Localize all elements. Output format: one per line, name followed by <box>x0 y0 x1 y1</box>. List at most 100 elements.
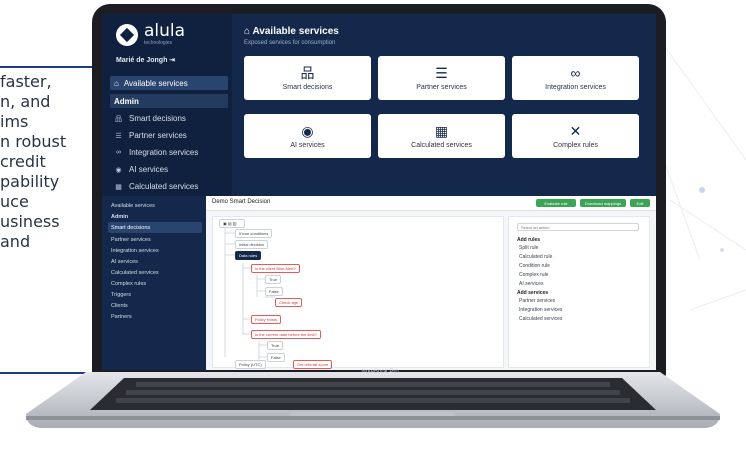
side-line: pability <box>0 172 60 191</box>
panel-item[interactable]: AI services <box>519 281 543 287</box>
sidebar-item-partner-services[interactable]: Partner services <box>108 234 202 245</box>
sidebar-item-complex-rules[interactable]: Complex rules <box>108 278 202 289</box>
card-label: Smart decisions <box>282 83 333 91</box>
nav-label: Available services <box>123 78 188 88</box>
available-services-app: alula technologies Marié de Jongh ⇥ ⌂ Av… <box>102 14 656 196</box>
laptop-base <box>26 372 720 428</box>
tree-node[interactable]: True <box>265 275 282 284</box>
tree-node[interactable]: Initial decision <box>235 240 269 249</box>
robot-icon: ◉ <box>115 166 122 174</box>
sidebar-list: 品 Smart decisions ☰ Partner services ∞ Inte… <box>114 110 198 195</box>
sidebar-item-integration-services[interactable]: ∞ Integration services <box>114 144 198 161</box>
sidebar-item-integration-services[interactable]: Integration services <box>108 245 202 256</box>
page-subtitle: Exposed services for consumption <box>244 40 336 46</box>
alula-logo[interactable]: alula technologies <box>116 23 185 46</box>
admin-header: Admin <box>110 94 228 108</box>
card-label: Partner services <box>416 83 467 91</box>
editor-main: Demo Smart Decision Evaluate rule Downlo… <box>206 196 656 370</box>
sidebar-item-calculated-services[interactable]: Calculated services <box>108 267 202 278</box>
sidebar-item-calculated-services[interactable]: ▦ Calculated services <box>114 178 198 195</box>
panel-item[interactable]: Complex rule <box>519 272 548 278</box>
card-integration-services[interactable]: ∞ Integration services <box>512 56 639 100</box>
tree-node[interactable]: Get referral score <box>293 360 333 369</box>
panel-item[interactable]: Partner services <box>519 298 555 304</box>
tree-toolbar[interactable]: ▣ ▤ ▥ <box>219 219 245 228</box>
side-line: uce <box>0 192 29 211</box>
alula-logo-icon <box>116 24 138 46</box>
sidebar-admin-header: Admin <box>111 213 129 220</box>
calculator-icon: ▦ <box>434 122 449 139</box>
edit-button[interactable]: Edit <box>630 199 650 207</box>
robot-icon: ◉ <box>301 122 314 139</box>
side-line: and <box>0 232 31 251</box>
tree-icon: 品 <box>300 64 315 81</box>
logout-icon[interactable]: ⇥ <box>169 57 175 64</box>
laptop-screen: alula technologies Marié de Jongh ⇥ ⌂ Av… <box>102 14 656 370</box>
sidebar: alula technologies Marié de Jongh ⇥ ⌂ Av… <box>102 14 232 196</box>
side-line: usiness <box>0 212 60 231</box>
calculator-icon: ▦ <box>115 183 122 191</box>
panel-item[interactable]: Calculated rule <box>519 254 552 260</box>
sidebar-item-label: AI services <box>129 165 169 174</box>
tree-node[interactable]: If true conditions <box>235 229 273 238</box>
decision-tree-canvas[interactable]: ▣ ▤ ▥ If true conditions Initial decisio… <box>212 216 504 369</box>
sidebar-item-smart-decisions[interactable]: Smart decisions <box>108 222 202 233</box>
side-line: credit <box>0 152 46 171</box>
page-title: ⌂ Available services <box>244 26 339 37</box>
tree-node[interactable]: Is the current date before the limit? <box>251 330 321 339</box>
card-label: Complex rules <box>553 141 598 149</box>
device-label: NoteBook Pro <box>361 369 399 375</box>
sidebar-item-clients[interactable]: Clients <box>108 300 202 311</box>
tree-node[interactable]: Check age <box>275 298 303 307</box>
side-line: n robust <box>0 132 67 151</box>
tree-node[interactable]: False <box>265 287 283 296</box>
tree-node[interactable]: Data rules <box>235 251 262 260</box>
card-label: AI services <box>290 141 325 149</box>
sidebar-item-ai-services[interactable]: ◉ AI services <box>114 161 198 178</box>
sidebar-item-triggers[interactable]: Triggers <box>108 289 202 300</box>
tree-node[interactable]: Is the client Blue Alert? <box>251 264 300 273</box>
sidebar-item-partners[interactable]: Partners <box>108 311 202 322</box>
card-ai-services[interactable]: ◉ AI services <box>244 114 371 158</box>
panel-item[interactable]: Calculated services <box>519 316 562 322</box>
user-name[interactable]: Marié de Jongh ⇥ <box>116 56 175 64</box>
sidebar-item-partner-services[interactable]: ☰ Partner services <box>114 127 198 144</box>
editor-header: Demo Smart Decision Evaluate rule Downlo… <box>206 196 656 211</box>
panel-item[interactable]: Condition rule <box>519 263 550 269</box>
smart-decision-editor: Available services Admin Smart decisions… <box>102 196 656 370</box>
side-line: n, and <box>0 92 51 111</box>
sidebar-item-label: Integration services <box>129 148 199 157</box>
panel-group-header: Add rules <box>517 237 541 243</box>
evaluate-rule-button[interactable]: Evaluate rule <box>536 199 576 207</box>
card-smart-decisions[interactable]: 品 Smart decisions <box>244 56 371 100</box>
sidebar-item-label: Calculated services <box>129 182 199 191</box>
action-select[interactable]: Select an action <box>517 223 639 231</box>
card-label: Calculated services <box>411 141 472 149</box>
download-mappings-button[interactable]: Download mappings <box>580 199 626 207</box>
card-label: Integration services <box>545 83 606 91</box>
panel-item[interactable]: Integration services <box>519 307 562 313</box>
sidebar-item-label: Partner services <box>129 131 187 140</box>
side-line: faster, <box>0 72 52 91</box>
action-panel: Select an action Add rules Split rule Ca… <box>508 216 650 368</box>
tree-icon: 品 <box>115 115 122 123</box>
card-partner-services[interactable]: ☰ Partner services <box>378 56 505 100</box>
tree-node[interactable]: True <box>267 341 284 350</box>
tree-node[interactable]: False <box>267 353 285 362</box>
sidebar-item-ai-services[interactable]: AI services <box>108 256 202 267</box>
link-icon: ∞ <box>116 149 121 156</box>
tools-icon: ✕ <box>569 122 582 139</box>
panel-item[interactable]: Split rule <box>519 245 538 251</box>
link-icon: ∞ <box>570 64 581 81</box>
sidebar-item-available-services[interactable]: Available services <box>108 200 202 211</box>
list-icon: ☰ <box>115 132 122 140</box>
tree-node[interactable]: Policy exists <box>251 315 282 324</box>
sidebar-item-smart-decisions[interactable]: 品 Smart decisions <box>114 110 198 127</box>
editor-title: Demo Smart Decision <box>212 199 271 205</box>
card-calculated-services[interactable]: ▦ Calculated services <box>378 114 505 158</box>
home-icon: ⌂ <box>114 78 119 88</box>
card-complex-rules[interactable]: ✕ Complex rules <box>512 114 639 158</box>
list-icon: ☰ <box>435 64 448 81</box>
nav-available-services[interactable]: ⌂ Available services <box>110 76 228 90</box>
tree-node[interactable]: Policy (UTC) <box>235 360 266 369</box>
